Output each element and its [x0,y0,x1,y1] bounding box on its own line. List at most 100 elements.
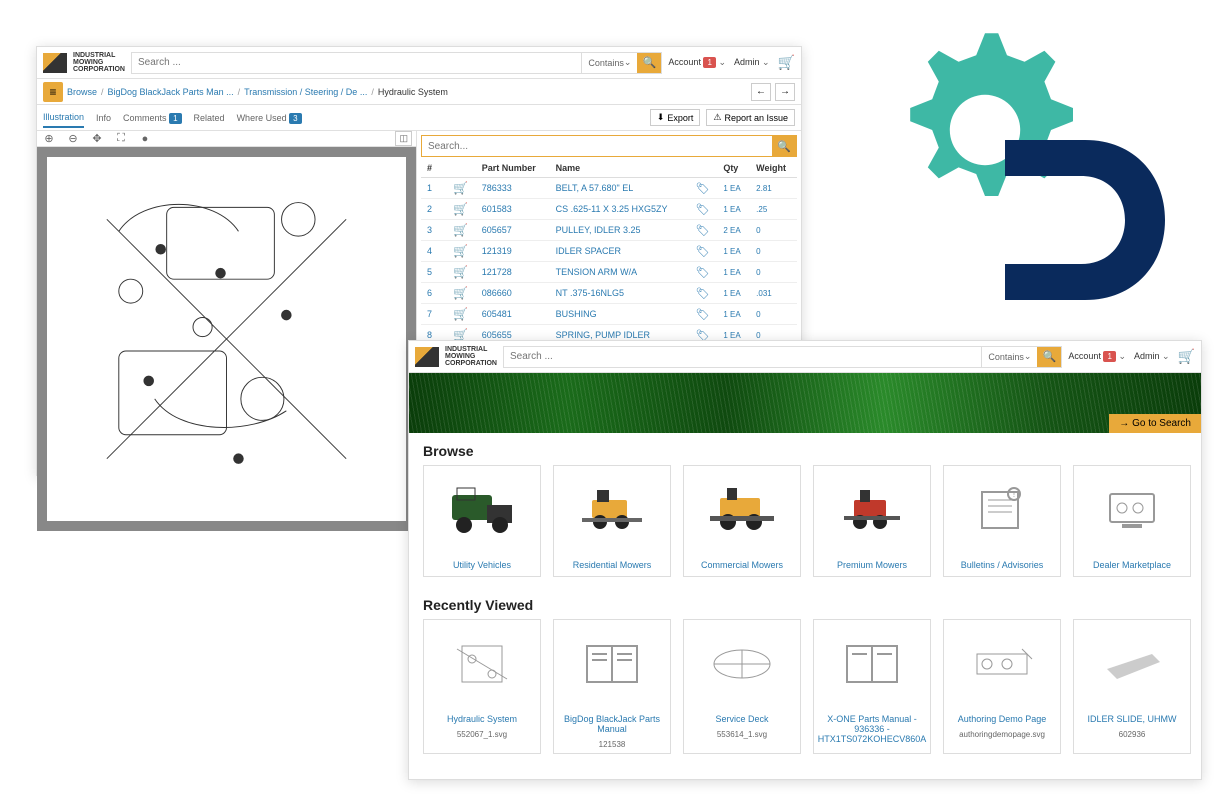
diagram-toolbar: ⊕ ⊖ ✥ ⛶ ● ◫ [37,131,416,147]
part-name-link[interactable]: NT .375-16NLG5 [550,283,689,304]
table-row[interactable]: 6🛒086660NT .375-16NLG5🏷1 EA.031 [421,283,797,304]
tag-icon[interactable]: 🏷 [688,262,717,283]
recent-card[interactable]: IDLER SLIDE, UHMW602936 [1073,619,1191,754]
recent-card[interactable]: Hydraulic System552067_1.svg [423,619,541,754]
recent-card[interactable]: X-ONE Parts Manual - 936336 - HTX1TS072K… [813,619,931,754]
part-name-link[interactable]: IDLER SPACER [550,241,689,262]
col-num[interactable]: # [421,159,446,178]
browse-card[interactable]: Premium Mowers [813,465,931,577]
brand-logo-icon [43,53,67,73]
tag-icon[interactable]: 🏷 [688,304,717,325]
admin-menu[interactable]: Admin ⌄ [734,57,770,68]
part-number-link[interactable]: 601583 [476,199,550,220]
col-partnumber[interactable]: Part Number [476,159,550,178]
part-name-link[interactable]: TENSION ARM W/A [550,262,689,283]
account-menu[interactable]: Account 1 ⌄ [668,57,726,68]
search-button[interactable]: 🔍 [1037,347,1061,367]
search-button[interactable]: 🔍 [637,53,661,73]
tag-icon[interactable]: 🏷 [688,220,717,241]
search-input[interactable] [132,53,581,73]
part-number-link[interactable]: 786333 [476,178,550,199]
tag-icon[interactable]: 🏷 [688,199,717,220]
table-row[interactable]: 1🛒786333BELT, A 57.680" EL🏷1 EA2.81 [421,178,797,199]
col-weight[interactable]: Weight [750,159,797,178]
card-label: Commercial Mowers [684,554,800,576]
recent-card[interactable]: Authoring Demo Pageauthoringdemopage.svg [943,619,1061,754]
weight-value: 0 [750,220,797,241]
row-index: 1 [421,178,446,199]
browse-card[interactable]: Utility Vehicles [423,465,541,577]
add-to-cart-icon[interactable]: 🛒 [446,283,476,304]
part-number-link[interactable]: 086660 [476,283,550,304]
cart-icon[interactable]: 🛒 [778,54,795,71]
part-name-link[interactable]: CS .625-11 X 3.25 HXG5ZY [550,199,689,220]
part-name-link[interactable]: PULLEY, IDLER 3.25 [550,220,689,241]
table-search-button[interactable]: 🔍 [772,136,796,156]
col-qty[interactable]: Qty [717,159,750,178]
zoom-out-icon[interactable]: ⊖ [65,132,81,145]
admin-menu[interactable]: Admin ⌄ [1134,351,1170,362]
nav-prev-button[interactable]: ← [751,83,771,101]
card-label: Dealer Marketplace [1074,554,1190,576]
qty-value: 2 EA [717,220,750,241]
diagram-viewport[interactable] [37,147,416,531]
nav-next-button[interactable]: → [775,83,795,101]
card-image [814,620,930,708]
part-number-link[interactable]: 121319 [476,241,550,262]
search-mode-select[interactable]: Contains ⌄ [581,53,637,73]
cart-icon[interactable]: 🛒 [1178,348,1195,365]
fullscreen-icon[interactable]: ⛶ [113,132,129,145]
row-index: 4 [421,241,446,262]
export-button[interactable]: ⬇ Export [650,109,701,126]
table-row[interactable]: 5🛒121728TENSION ARM W/A🏷1 EA0 [421,262,797,283]
add-to-cart-icon[interactable]: 🛒 [446,178,476,199]
reset-icon[interactable]: ● [137,133,153,145]
card-label: IDLER SLIDE, UHMW [1074,708,1190,730]
add-to-cart-icon[interactable]: 🛒 [446,241,476,262]
part-number-link[interactable]: 605481 [476,304,550,325]
table-row[interactable]: 7🛒605481BUSHING🏷1 EA0 [421,304,797,325]
table-row[interactable]: 4🛒121319IDLER SPACER🏷1 EA0 [421,241,797,262]
recent-card[interactable]: BigDog BlackJack Parts Manual121538 [553,619,671,754]
tag-icon[interactable]: 🏷 [688,241,717,262]
part-number-link[interactable]: 121728 [476,262,550,283]
add-to-cart-icon[interactable]: 🛒 [446,304,476,325]
recent-card[interactable]: Service Deck553614_1.svg [683,619,801,754]
part-name-link[interactable]: BUSHING [550,304,689,325]
fit-icon[interactable]: ✥ [89,132,105,145]
table-row[interactable]: 2🛒601583CS .625-11 X 3.25 HXG5ZY🏷1 EA.25 [421,199,797,220]
tab-info[interactable]: Info [96,109,111,127]
browse-card[interactable]: Commercial Mowers [683,465,801,577]
breadcrumb-link[interactable]: Transmission / Steering / De ... [244,87,367,97]
breadcrumb-link[interactable]: Browse [67,87,97,97]
add-to-cart-icon[interactable]: 🛒 [446,262,476,283]
part-number-link[interactable]: 605657 [476,220,550,241]
browse-card[interactable]: !Bulletins / Advisories [943,465,1061,577]
add-to-cart-icon[interactable]: 🛒 [446,220,476,241]
table-search-input[interactable] [422,136,772,156]
tab-whereused[interactable]: Where Used 3 [237,109,302,127]
report-issue-button[interactable]: ⚠ Report an Issue [706,109,795,126]
breadcrumb-link[interactable]: BigDog BlackJack Parts Man ... [108,87,234,97]
tag-icon[interactable]: 🏷 [688,178,717,199]
browse-card[interactable]: Residential Mowers [553,465,671,577]
browse-card[interactable]: Dealer Marketplace [1073,465,1191,577]
browse-window: INDUSTRIALMOWINGCORPORATION Contains ⌄ 🔍… [408,340,1202,780]
menu-toggle-button[interactable] [43,82,63,102]
svg-text:!: ! [1013,490,1015,499]
zoom-in-icon[interactable]: ⊕ [41,132,57,145]
account-menu[interactable]: Account 1 ⌄ [1068,351,1126,362]
goto-search-button[interactable]: → Go to Search [1109,414,1201,433]
col-name[interactable]: Name [550,159,689,178]
panel-toggle-button[interactable]: ◫ [395,131,412,146]
add-to-cart-icon[interactable]: 🛒 [446,199,476,220]
card-image: ! [944,466,1060,554]
search-input[interactable] [504,347,981,367]
tab-illustration[interactable]: Illustration [43,108,84,128]
tab-related[interactable]: Related [194,109,225,127]
tab-comments[interactable]: Comments 1 [123,109,181,127]
tag-icon[interactable]: 🏷 [688,283,717,304]
table-row[interactable]: 3🛒605657PULLEY, IDLER 3.25🏷2 EA0 [421,220,797,241]
part-name-link[interactable]: BELT, A 57.680" EL [550,178,689,199]
search-mode-select[interactable]: Contains ⌄ [981,347,1037,367]
